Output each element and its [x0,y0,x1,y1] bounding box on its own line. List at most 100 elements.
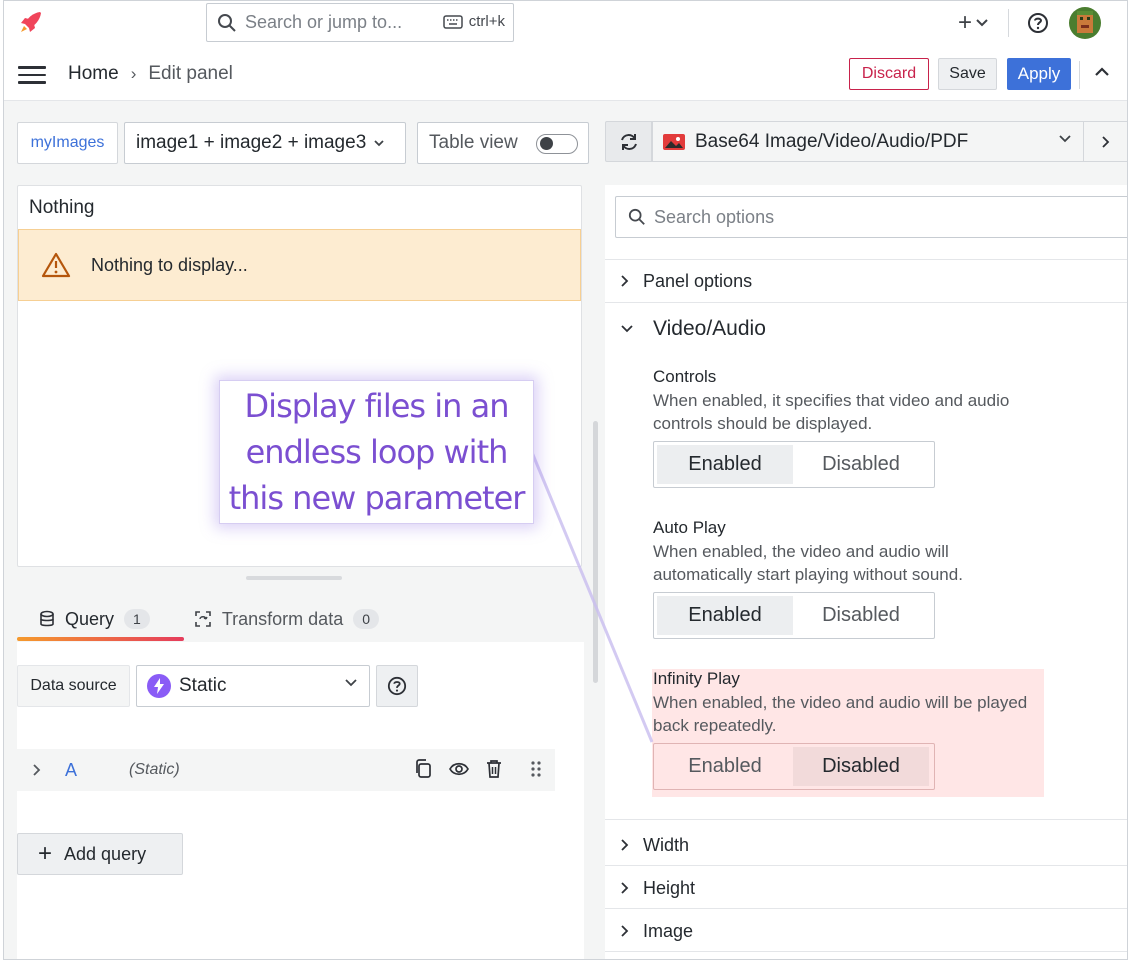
chevron-right-icon[interactable] [33,764,41,776]
query-ref-id[interactable]: A [65,760,77,781]
chevron-down-icon [1059,135,1071,143]
breadcrumb-current: Edit panel [148,63,233,84]
section-title: Height [643,877,696,898]
bolt-icon [147,674,171,698]
section-width[interactable]: Width [605,833,1127,857]
option-controls: Controls When enabled, it specifies that… [653,367,1043,488]
query-row[interactable]: A (Static) [17,749,555,791]
tab-query[interactable]: Query 1 [17,601,170,637]
section-panel-options[interactable]: Panel options [605,269,1127,293]
controls-disabled-option[interactable]: Disabled [793,445,929,484]
query-selector[interactable]: image1 + image2 + image3 [124,122,406,164]
shortcut-label: ctrl+k [468,13,505,30]
breadcrumb: Home › Edit panel [68,63,233,85]
eye-icon[interactable] [449,762,469,776]
query-editor: Data source Static A (Static) + Add quer… [17,642,584,959]
divider [605,908,1127,909]
divider [605,302,1127,303]
apply-button[interactable]: Apply [1007,58,1071,90]
active-tab-indicator [17,637,184,641]
controls-enabled-option[interactable]: Enabled [657,445,793,484]
app-window: Search or jump to... ctrl+k + Home › Edi… [3,0,1128,960]
visualization-name: Base64 Image/Video/Audio/PDF [695,130,969,152]
controls-radio-group: Enabled Disabled [653,441,935,488]
keyboard-icon [442,14,463,29]
infinity-play-radio-group: Enabled Disabled [653,743,935,790]
drag-handle-icon[interactable] [529,759,543,779]
breadcrumb-home[interactable]: Home [68,63,119,85]
section-title: Panel options [643,270,753,291]
toggle-switch[interactable] [536,134,578,154]
section-image[interactable]: Image [605,919,1127,943]
data-source-help-button[interactable] [376,665,418,707]
tab-label: Query [65,608,115,629]
callout-line-2: endless loop with [245,433,509,471]
chevron-right-icon [1102,135,1110,148]
table-view-label: Table view [429,132,518,153]
option-title: Infinity Play [653,669,740,688]
copy-icon[interactable] [414,759,432,779]
divider [605,819,1127,820]
section-height[interactable]: Height [605,876,1127,900]
option-description: When enabled, it specifies that video an… [653,391,1010,433]
refresh-icon [620,133,637,150]
chevron-right-icon [621,839,629,851]
discard-button[interactable]: Discard [849,58,929,90]
auto-play-enabled-option[interactable]: Enabled [657,596,793,635]
image-icon [663,133,685,150]
annotation-callout: Display files in an endless loop with th… [219,380,534,524]
add-query-button[interactable]: + Add query [17,833,183,875]
search-icon [218,13,236,32]
avatar[interactable] [1069,7,1101,39]
divider [1008,9,1009,37]
chevron-down-icon [374,139,384,146]
chevron-down-icon [345,679,357,687]
options-search-input[interactable]: Search options [615,196,1127,238]
chevron-right-icon [621,925,629,937]
pane-resize-handle[interactable] [246,576,342,580]
shortcut-hint: ctrl+k [442,13,505,30]
divider [605,865,1127,866]
tab-transform-data[interactable]: Transform data 0 [172,601,399,637]
option-auto-play: Auto Play When enabled, the video and au… [653,518,1043,639]
database-icon [40,610,54,627]
divider [605,951,1127,952]
chevron-down-icon [621,325,633,333]
collapse-options-button[interactable] [1083,121,1127,162]
query-selector-value: image1 + image2 + image3 [136,132,367,153]
section-title: Width [643,834,690,855]
callout-line-1: Display files in an [244,387,510,425]
refresh-button[interactable] [605,121,652,162]
data-source-picker[interactable]: Static [136,665,370,707]
help-icon[interactable] [1027,12,1049,34]
rocket-logo-icon[interactable] [18,9,44,35]
section-title: Video/Audio [653,317,766,340]
new-menu-button[interactable]: + [958,9,988,37]
data-source-value: Static [179,675,227,696]
option-description: When enabled, the video and audio will b… [653,693,1028,735]
auto-play-disabled-option[interactable]: Disabled [793,596,929,635]
visualization-picker[interactable]: Base64 Image/Video/Audio/PDF [652,121,1084,162]
top-actions: + [958,1,1127,45]
edit-toolbar: Home › Edit panel Discard Save Apply [4,45,1127,101]
datasource-tag[interactable]: myImages [17,122,118,164]
chevron-up-icon[interactable] [1094,67,1110,77]
warning-alert: Nothing to display... [18,229,581,301]
breadcrumb-separator: › [130,64,137,83]
save-button[interactable]: Save [938,58,997,90]
options-search-placeholder: Search options [654,206,775,227]
chevron-down-icon [976,19,988,27]
section-video-audio[interactable]: Video/Audio [605,315,1127,343]
infinity-play-enabled-option[interactable]: Enabled [657,747,793,786]
trash-icon[interactable] [486,759,502,779]
scrollbar[interactable] [593,421,598,683]
menu-icon[interactable] [18,66,46,84]
search-placeholder: Search or jump to... [245,12,403,32]
option-infinity-play: Infinity Play When enabled, the video an… [653,669,1043,790]
warning-icon [41,252,71,278]
table-view-toggle[interactable]: Table view [417,122,589,164]
query-actions [414,759,543,779]
infinity-play-disabled-option[interactable]: Disabled [793,747,929,786]
plus-icon: + [957,9,972,36]
global-search[interactable]: Search or jump to... ctrl+k [206,3,514,42]
